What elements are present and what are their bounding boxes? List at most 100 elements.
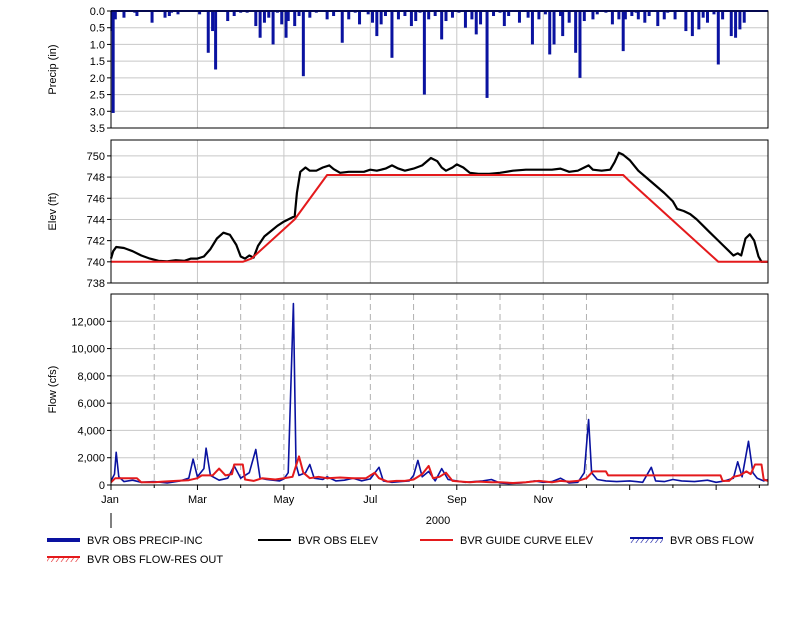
legend-label: BVR GUIDE CURVE ELEV (460, 535, 594, 547)
legend-swatch-hatch (47, 557, 80, 562)
precip-bar (656, 11, 660, 27)
precip-bar (617, 11, 621, 20)
precip-bar (574, 11, 578, 53)
elev-ytick-label: 742 (87, 236, 105, 248)
elev-ytick-label: 740 (87, 257, 105, 269)
legend-label: BVR OBS FLOW (670, 535, 754, 547)
precip-bar (440, 11, 444, 40)
precip-ylabel: Precip (in) (47, 44, 59, 94)
precip-bar (705, 11, 709, 23)
precip-bar (716, 11, 720, 65)
precip-bar (340, 11, 344, 43)
precip-ytick-label: 1.5 (90, 56, 105, 68)
precip-bar (262, 11, 266, 23)
legend-label: BVR OBS ELEV (298, 535, 379, 547)
flow-ytick-label: 8,000 (77, 371, 105, 383)
precip-bar (271, 11, 275, 45)
legend: BVR OBS PRECIP-INC BVR OBS ELEV BVR GUIDE … (47, 535, 754, 566)
precip-bar (163, 11, 167, 18)
precip-bar (734, 11, 738, 38)
precip-bar (301, 11, 305, 77)
precip-bar (286, 11, 290, 22)
precip-ytick-label: 1.0 (90, 39, 105, 51)
precip-bar (390, 11, 394, 58)
precip-bar (379, 11, 383, 25)
precip-bar (308, 11, 312, 18)
year-label: 2000 (426, 515, 450, 527)
precip-bar (111, 11, 115, 113)
precip-bar (444, 11, 448, 22)
precip-bar (214, 11, 218, 70)
precip-bar (636, 11, 640, 20)
precip-bar (122, 11, 126, 18)
precip-bar (113, 11, 117, 20)
flow-ytick-label: 10,000 (71, 344, 105, 356)
precip-bar (375, 11, 379, 37)
elevation-panel: 738 740 742 744 746 748 750 Elev (ft) (47, 139, 769, 290)
precip-bar (643, 11, 647, 23)
x-tick-label: Sep (447, 494, 467, 506)
precip-ytick-label: 2.5 (90, 90, 105, 102)
precip-bar (258, 11, 262, 38)
precip-bar (684, 11, 688, 32)
precip-bar (267, 11, 271, 18)
precip-bar (358, 11, 362, 25)
precip-ytick-label: 0.0 (90, 6, 105, 18)
flow-plot-area (111, 294, 768, 485)
elev-ytick-label: 738 (87, 278, 105, 290)
precip-bar (567, 11, 571, 23)
precip-ytick-label: 0.5 (90, 23, 105, 35)
precip-bar (293, 11, 297, 27)
elev-ytick-label: 750 (87, 151, 105, 163)
precip-bar (552, 11, 556, 45)
x-tick-label: May (274, 494, 295, 506)
precip-bar (409, 11, 413, 27)
flow-ytick-label: 2,000 (77, 453, 105, 465)
precip-bar (662, 11, 666, 20)
precip-bar (610, 11, 614, 25)
elev-ytick-label: 748 (87, 172, 105, 184)
precip-ytick-label: 3.5 (90, 123, 105, 135)
legend-label: BVR OBS FLOW-RES OUT (87, 554, 223, 566)
legend-label: BVR OBS PRECIP-INC (87, 535, 203, 547)
precip-bar (721, 11, 725, 20)
x-tick-label: Jan (101, 494, 119, 506)
precip-bar (280, 11, 284, 25)
precip-bar (673, 11, 677, 20)
precip-bar (530, 11, 534, 45)
precip-bar (582, 11, 586, 22)
precip-bar (623, 11, 627, 20)
precip-bar (474, 11, 478, 35)
precip-bar (396, 11, 400, 20)
flow-ytick-label: 12,000 (71, 316, 105, 328)
precip-bar (578, 11, 582, 78)
legend-swatch-hatch (630, 538, 663, 543)
precip-bar (226, 11, 230, 22)
precip-bar (470, 11, 474, 20)
precip-bar (697, 11, 701, 30)
precip-bar (526, 11, 530, 18)
elev-ytick-label: 746 (87, 193, 105, 205)
flow-ytick-label: 0 (99, 480, 105, 492)
precip-bar (450, 11, 454, 18)
precip-bar (548, 11, 552, 55)
precip-bar (325, 11, 329, 20)
flow-panel: 0 2,000 4,000 6,000 8,000 10,000 12,000 Flow (c… (47, 293, 769, 492)
precip-bar (742, 11, 746, 23)
flow-ylabel: Flow (cfs) (47, 366, 59, 414)
precip-panel: 0.0 0.5 1.0 1.5 2.0 2.5 3.0 3.5 Precip (in) (47, 6, 769, 135)
precip-bar (690, 11, 694, 37)
precip-bar (371, 11, 375, 23)
precip-bar (150, 11, 154, 23)
precip-bar (561, 11, 565, 37)
precip-bar (254, 11, 258, 27)
precip-ytick-label: 3.0 (90, 106, 105, 118)
x-tick-label: Nov (533, 494, 553, 506)
precip-bar (463, 11, 467, 28)
precip-bar (347, 11, 351, 20)
precip-bar (502, 11, 506, 27)
precip-bar (427, 11, 431, 20)
x-tick-label: Mar (188, 494, 207, 506)
precip-bar (422, 11, 426, 95)
precip-ytick-label: 2.0 (90, 73, 105, 85)
